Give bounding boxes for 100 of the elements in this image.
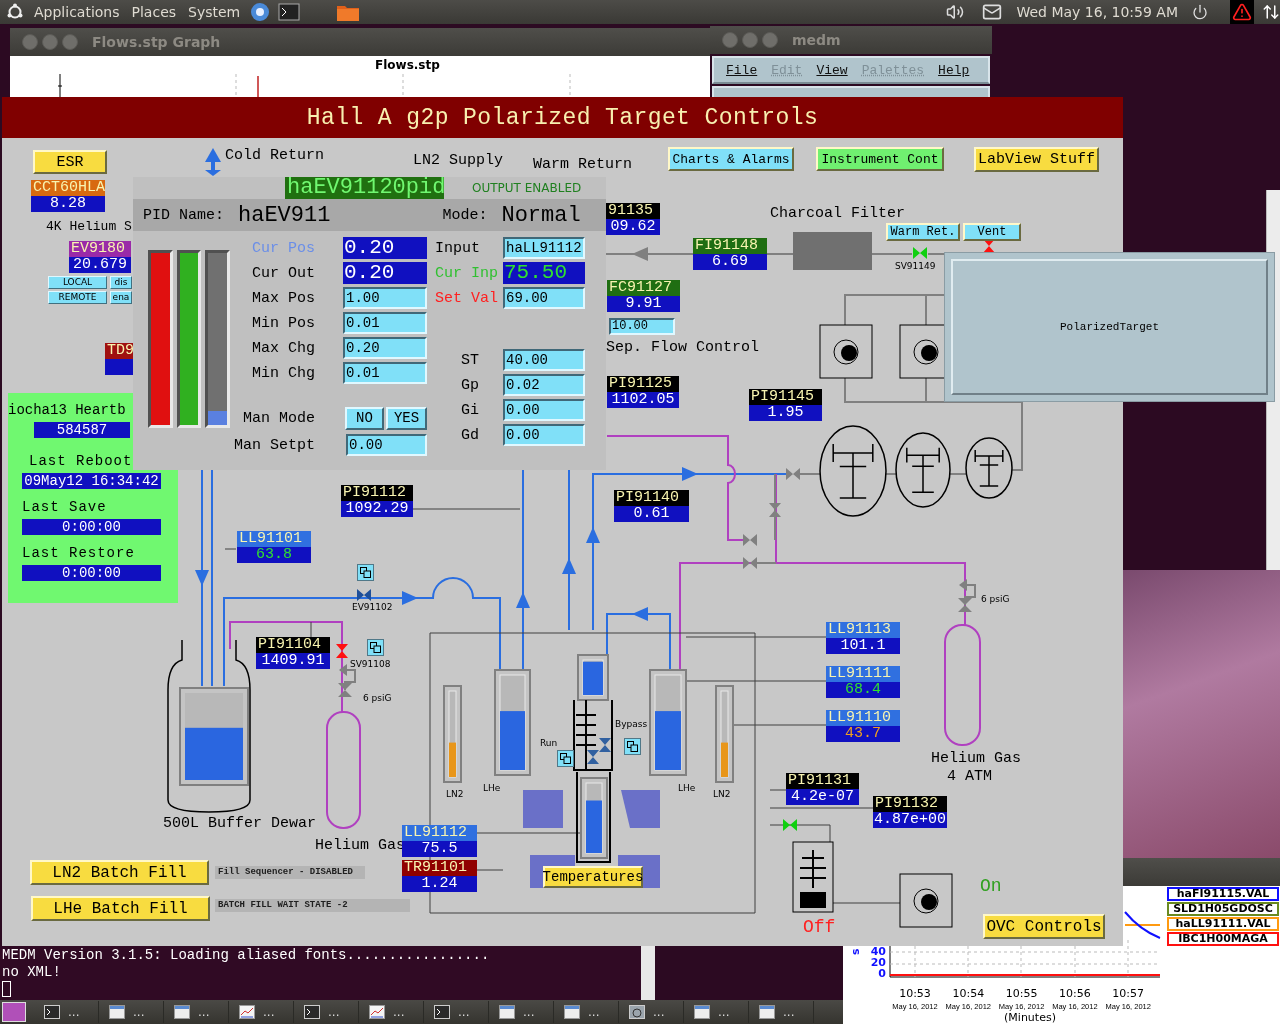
display-button[interactable]: LabView Stuff bbox=[974, 147, 1099, 172]
input-field[interactable]: 0.02 bbox=[503, 374, 585, 396]
valve-icon bbox=[786, 468, 800, 480]
related-display-button[interactable] bbox=[624, 738, 641, 755]
input-field[interactable]: 0.01 bbox=[343, 312, 427, 334]
panel-menu[interactable]: System bbox=[186, 4, 243, 20]
valve-icon bbox=[599, 738, 611, 752]
menu-item[interactable]: View bbox=[816, 62, 848, 78]
field-label: Man Setpt bbox=[233, 436, 315, 454]
tag-label: EV91102 bbox=[352, 603, 393, 612]
field-label: Cur Pos bbox=[251, 239, 315, 257]
input-field[interactable]: 69.00 bbox=[503, 287, 585, 309]
readout-value: 9.91 bbox=[607, 296, 680, 312]
panel-menu[interactable]: Places bbox=[129, 4, 179, 20]
flow-arrow-icon bbox=[402, 591, 418, 605]
speaker-icon[interactable] bbox=[946, 3, 965, 21]
input-field[interactable]: 0.00 bbox=[346, 434, 427, 456]
power-icon[interactable] bbox=[1192, 4, 1208, 20]
panel-clock[interactable]: Wed May 16, 10:59 AM bbox=[1016, 4, 1178, 20]
input-field[interactable]: 0.00 bbox=[503, 424, 585, 446]
taskbar-button[interactable]: ... bbox=[229, 1001, 294, 1023]
taskbar-button[interactable]: ... bbox=[99, 1001, 164, 1023]
taskbar-button[interactable]: ... bbox=[554, 1001, 619, 1023]
mode-button[interactable]: REMOTE bbox=[48, 291, 107, 304]
display-button[interactable]: ESR bbox=[33, 150, 107, 174]
circle-logo-icon[interactable] bbox=[6, 3, 24, 21]
readout-label: EV9180 bbox=[69, 241, 131, 257]
terminal-icon bbox=[434, 1005, 450, 1019]
workspace-switcher[interactable] bbox=[2, 1002, 26, 1022]
taskbar-button[interactable]: ... bbox=[489, 1001, 554, 1023]
taskbar-button[interactable]: ... bbox=[294, 1001, 359, 1023]
mode-button[interactable]: LOCAL bbox=[48, 276, 107, 289]
display-button[interactable]: Warm Ret. bbox=[886, 223, 960, 241]
scrollbar[interactable] bbox=[641, 946, 655, 1000]
menu-item[interactable]: File bbox=[726, 62, 758, 78]
pid-title: haEV91120pid bbox=[285, 177, 444, 199]
field-label: Gd bbox=[460, 426, 480, 444]
toggle-button[interactable]: NO bbox=[345, 406, 384, 430]
field-label: Mode: bbox=[442, 206, 488, 224]
input-field[interactable]: 10.00 bbox=[609, 318, 675, 335]
readout-label: PI91140 bbox=[614, 490, 689, 506]
readout-label: PI91131 bbox=[786, 773, 859, 789]
pump-icon bbox=[899, 873, 953, 928]
display-button[interactable]: Instrument Cont bbox=[816, 147, 944, 171]
panel-menu[interactable]: Applications bbox=[32, 4, 122, 20]
terminal-icon[interactable] bbox=[278, 3, 301, 21]
readout-value: 68.4 bbox=[826, 682, 900, 698]
field-label: Max Chg bbox=[251, 339, 315, 357]
tag-label: 6 psiG bbox=[981, 595, 1010, 604]
taskbar-button[interactable]: ... bbox=[749, 1001, 814, 1023]
display-button[interactable]: OVC Controls bbox=[983, 914, 1105, 939]
flow-arrow-icon bbox=[586, 527, 600, 543]
field-label: Max Pos bbox=[251, 289, 315, 307]
readout-label: FC91127 bbox=[607, 280, 680, 296]
taskbar-button[interactable]: ... bbox=[424, 1001, 489, 1023]
taskbar-button[interactable]: ... bbox=[34, 1001, 99, 1023]
dialog-label: PolarizedTarget bbox=[1060, 321, 1159, 333]
regulator-icon bbox=[958, 579, 976, 612]
windows-icon bbox=[627, 741, 638, 752]
valve-icon bbox=[743, 557, 757, 569]
warning-icon[interactable] bbox=[1232, 2, 1252, 22]
legend-item: haFI91115.VAL bbox=[1167, 887, 1279, 901]
readout-value: 75.5 bbox=[402, 841, 477, 857]
heartbeat-label: Last Reboot bbox=[29, 453, 133, 469]
heartbeat-value: 0:00:00 bbox=[22, 519, 161, 535]
readout-value: 4.87e+00 bbox=[873, 812, 947, 828]
readout-label: PI91145 bbox=[749, 389, 822, 405]
display-button[interactable]: LN2 Batch Fill bbox=[30, 860, 209, 885]
display-button[interactable]: Vent bbox=[963, 223, 1021, 241]
display-button[interactable]: LHe Batch Fill bbox=[31, 896, 210, 921]
input-field[interactable]: 1.00 bbox=[343, 287, 427, 309]
taskbar-button[interactable]: ... bbox=[684, 1001, 749, 1023]
input-field[interactable]: 0.01 bbox=[343, 362, 427, 384]
input-field[interactable]: haLL91112 bbox=[503, 237, 585, 259]
up-down-arrows-icon[interactable] bbox=[1262, 3, 1280, 21]
tick-label: 10:54 bbox=[952, 987, 985, 1000]
blower-icon bbox=[965, 437, 1013, 499]
display-button[interactable]: Charts & Alarms bbox=[668, 147, 794, 171]
caption-label: Charcoal Filter bbox=[770, 206, 906, 221]
mode-button[interactable]: dis bbox=[110, 276, 132, 289]
tag-label: 6 psiG bbox=[363, 694, 392, 703]
related-display-button[interactable] bbox=[357, 564, 374, 581]
related-display-button[interactable] bbox=[367, 639, 384, 656]
tick-label: 10:55 bbox=[1005, 987, 1038, 1000]
related-display-button[interactable] bbox=[557, 750, 574, 767]
menu-item[interactable]: Help bbox=[938, 62, 970, 78]
input-field[interactable]: 0.00 bbox=[503, 399, 585, 421]
browser-icon[interactable] bbox=[250, 2, 271, 22]
taskbar-button[interactable]: ... bbox=[359, 1001, 424, 1023]
taskbar-button[interactable]: ... bbox=[619, 1001, 684, 1023]
tick-label: 20 bbox=[870, 956, 886, 969]
mode-button[interactable]: ena bbox=[110, 291, 132, 304]
input-field[interactable]: 0.20 bbox=[343, 337, 427, 359]
taskbar-button[interactable]: ... bbox=[164, 1001, 229, 1023]
readout-value: 6.69 bbox=[693, 254, 767, 270]
input-field[interactable]: 40.00 bbox=[503, 349, 585, 371]
envelope-icon[interactable] bbox=[982, 2, 1003, 22]
pid-mode: Normal bbox=[501, 202, 581, 228]
terminal-line: no XML! bbox=[2, 964, 62, 981]
toggle-button[interactable]: YES bbox=[386, 406, 427, 430]
